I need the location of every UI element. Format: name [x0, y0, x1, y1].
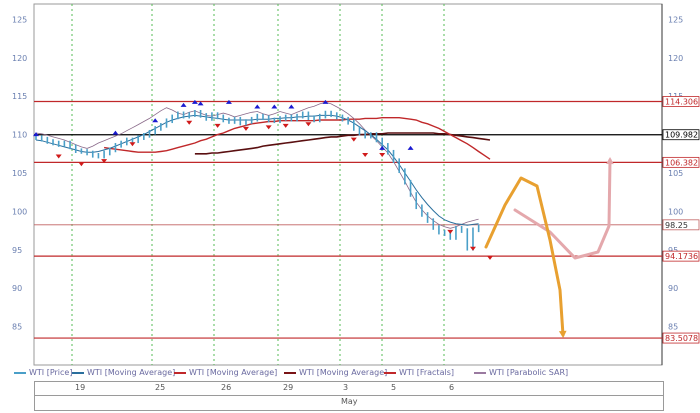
- month-label: May: [341, 397, 358, 406]
- legend-item-5: WTI [Parabolic SAR]: [474, 368, 568, 377]
- y-tick-right-105: 105: [668, 169, 683, 178]
- date-axis: 19 25 26 29 3 5 6 May: [34, 381, 664, 411]
- date-label-1: 25: [155, 383, 166, 392]
- legend-swatch-0: [14, 371, 26, 374]
- y-tick-left-100: 100: [12, 207, 27, 216]
- y-tick-left-90: 90: [12, 284, 22, 293]
- date-row: 19 25 26 29 3 5 6: [35, 382, 663, 396]
- legend-label-5: WTI [Parabolic SAR]: [489, 368, 569, 377]
- level-label-2: 106.382: [665, 158, 698, 167]
- y-axis-left: 85 90 95 100 105 110 115 120 125: [12, 15, 27, 331]
- date-label-2: 26: [221, 383, 232, 392]
- legend-swatch-1: [72, 371, 84, 374]
- legend: WTI [Price] WTI [Moving Average] WTI [Movi…: [4, 367, 694, 381]
- legend-label-3: WTI [Moving Average]: [299, 368, 388, 377]
- legend-swatch-2: [174, 371, 186, 374]
- legend-label-0: WTI [Price]: [29, 368, 73, 377]
- y-tick-left-85: 85: [12, 323, 22, 332]
- date-label-5: 5: [391, 383, 397, 392]
- level-label-5: 83.5078: [665, 334, 698, 343]
- y-tick-left-115: 115: [12, 92, 27, 101]
- level-label-4: 94.1736: [665, 252, 698, 261]
- chart-canvas: 85 90 95 100 105 110 115 120 125 85 90 95 100 105 110…: [12, 3, 700, 366]
- level-labels: 114.306 109.982 106.382 98.25 94.1736 83.5078: [662, 96, 700, 344]
- legend-label-2: WTI [Moving Average]: [189, 368, 278, 377]
- legend-swatch-3: [284, 371, 296, 374]
- y-tick-right-125: 125: [668, 15, 683, 24]
- legend-swatch-4: [384, 371, 396, 374]
- y-tick-left-105: 105: [12, 169, 27, 178]
- y-tick-left-95: 95: [12, 246, 22, 255]
- date-label-3: 29: [283, 383, 294, 392]
- legend-item-4: WTI [Fractals]: [384, 368, 454, 377]
- y-tick-left-125: 125: [12, 15, 27, 24]
- y-tick-right-100: 100: [668, 207, 683, 216]
- legend-label-1: WTI [Moving Average]: [87, 368, 176, 377]
- y-axis-right: 859095100105110115120125: [668, 15, 683, 331]
- plot-area: [33, 3, 663, 366]
- y-tick-right-85: 85: [668, 323, 678, 332]
- legend-item-2: WTI [Moving Average]: [174, 368, 277, 377]
- legend-swatch-5: [474, 371, 486, 374]
- date-label-4: 3: [343, 383, 349, 392]
- legend-item-3: WTI [Moving Average]: [284, 368, 387, 377]
- y-tick-left-110: 110: [12, 131, 27, 140]
- y-tick-right-120: 120: [668, 54, 683, 63]
- legend-label-4: WTI [Fractals]: [399, 368, 454, 377]
- legend-item-0: WTI [Price]: [14, 368, 72, 377]
- legend-item-1: WTI [Moving Average]: [72, 368, 175, 377]
- level-label-1: 109.982: [665, 131, 698, 140]
- level-label-0: 114.306: [665, 98, 698, 107]
- date-label-6: 6: [449, 383, 455, 392]
- y-tick-right-90: 90: [668, 284, 678, 293]
- level-label-3: 98.25: [665, 221, 688, 230]
- y-tick-left-120: 120: [12, 54, 27, 63]
- date-label-0: 19: [75, 383, 86, 392]
